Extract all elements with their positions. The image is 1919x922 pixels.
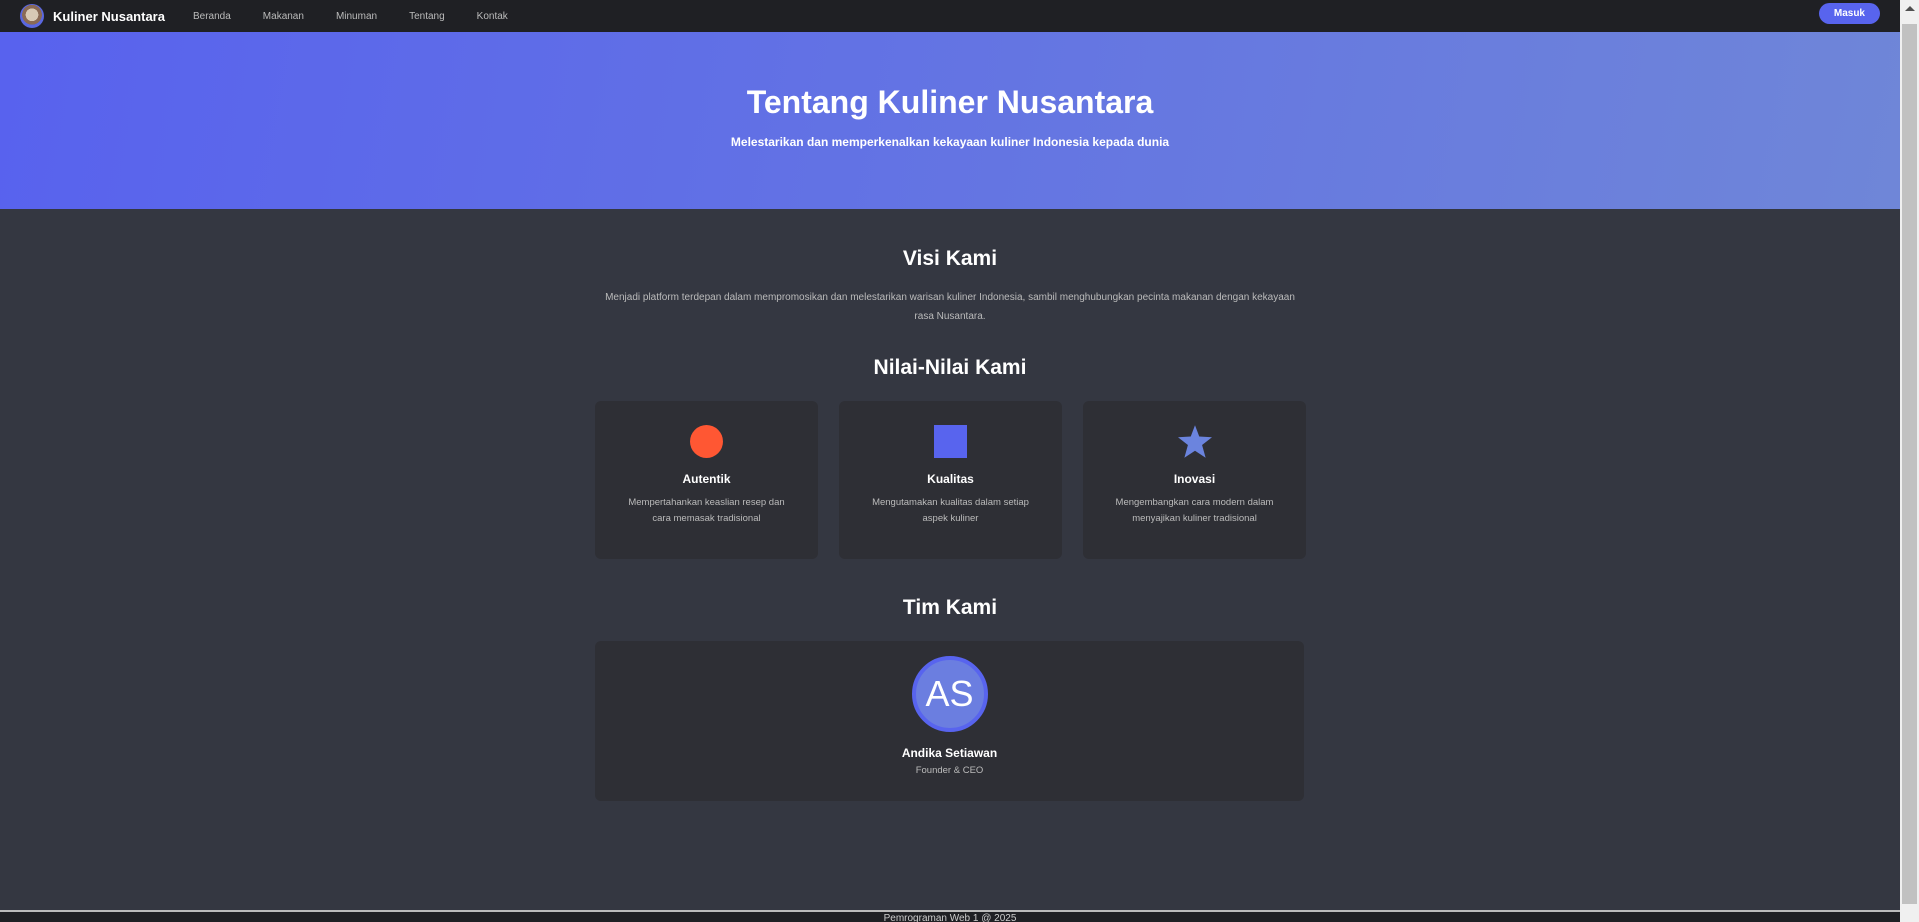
- scrollbar-thumb[interactable]: [1902, 24, 1917, 904]
- hero: Tentang Kuliner Nusantara Melestarikan d…: [0, 32, 1900, 209]
- value-title: Autentik: [682, 472, 731, 486]
- visi-text: Menjadi platform terdepan dalam mempromo…: [605, 292, 1295, 322]
- footer-text: Pemrograman Web 1 @ 2025: [883, 913, 1017, 922]
- nav-makanan[interactable]: Makanan: [263, 11, 304, 22]
- navbar: Kuliner Nusantara Beranda Makanan Minuma…: [0, 0, 1900, 32]
- nilai-title: Nilai-Nilai Kami: [873, 356, 1027, 379]
- nav-tentang[interactable]: Tentang: [409, 11, 445, 22]
- visi-title: Visi Kami: [902, 247, 998, 270]
- tim-title: Tim Kami: [902, 596, 998, 619]
- scrollbar[interactable]: [1900, 0, 1919, 922]
- brand-name[interactable]: Kuliner Nusantara: [53, 9, 165, 24]
- value-title: Kualitas: [927, 472, 974, 486]
- value-text: Mengembangkan cara modern dalam menyajik…: [1115, 497, 1274, 524]
- star-icon: [1083, 425, 1306, 458]
- avatar: AS: [911, 656, 988, 732]
- value-card-inovasi: Inovasi Mengembangkan cara modern dalam …: [1083, 401, 1306, 559]
- team-card: AS Andika Setiawan Founder & CEO: [595, 641, 1304, 801]
- member-name: Andika Setiawan: [901, 746, 998, 760]
- circle-icon: [595, 425, 818, 458]
- logo-icon[interactable]: [20, 4, 44, 28]
- nav-beranda[interactable]: Beranda: [193, 11, 231, 22]
- value-card-kualitas: Kualitas Mengutamakan kualitas dalam set…: [839, 401, 1062, 559]
- member-role: Founder & CEO: [915, 765, 984, 776]
- nav-minuman[interactable]: Minuman: [336, 11, 377, 22]
- hero-title: Tentang Kuliner Nusantara: [746, 84, 1154, 120]
- nav-kontak[interactable]: Kontak: [477, 11, 508, 22]
- value-text: Mempertahankan keaslian resep dan cara m…: [628, 497, 785, 524]
- footer: Pemrograman Web 1 @ 2025: [0, 910, 1900, 922]
- value-card-autentik: Autentik Mempertahankan keaslian resep d…: [595, 401, 818, 559]
- value-title: Inovasi: [1173, 472, 1216, 486]
- square-icon: [839, 425, 1062, 458]
- login-button[interactable]: Masuk: [1818, 3, 1880, 24]
- hero-subtitle: Melestarikan dan memperkenalkan kekayaan…: [730, 135, 1170, 149]
- value-text: Mengutamakan kualitas dalam setiap aspek…: [872, 497, 1029, 524]
- scroll-up-icon[interactable]: [1905, 6, 1915, 11]
